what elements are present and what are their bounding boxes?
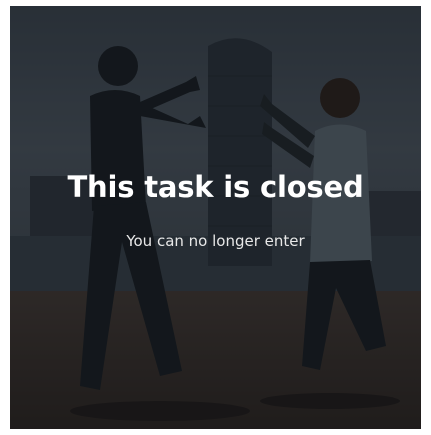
dim-overlay (10, 6, 421, 429)
closed-title: This task is closed (67, 170, 364, 204)
closed-subtitle: You can no longer enter (126, 232, 305, 250)
task-card: This task is closed You can no longer en… (10, 6, 421, 429)
